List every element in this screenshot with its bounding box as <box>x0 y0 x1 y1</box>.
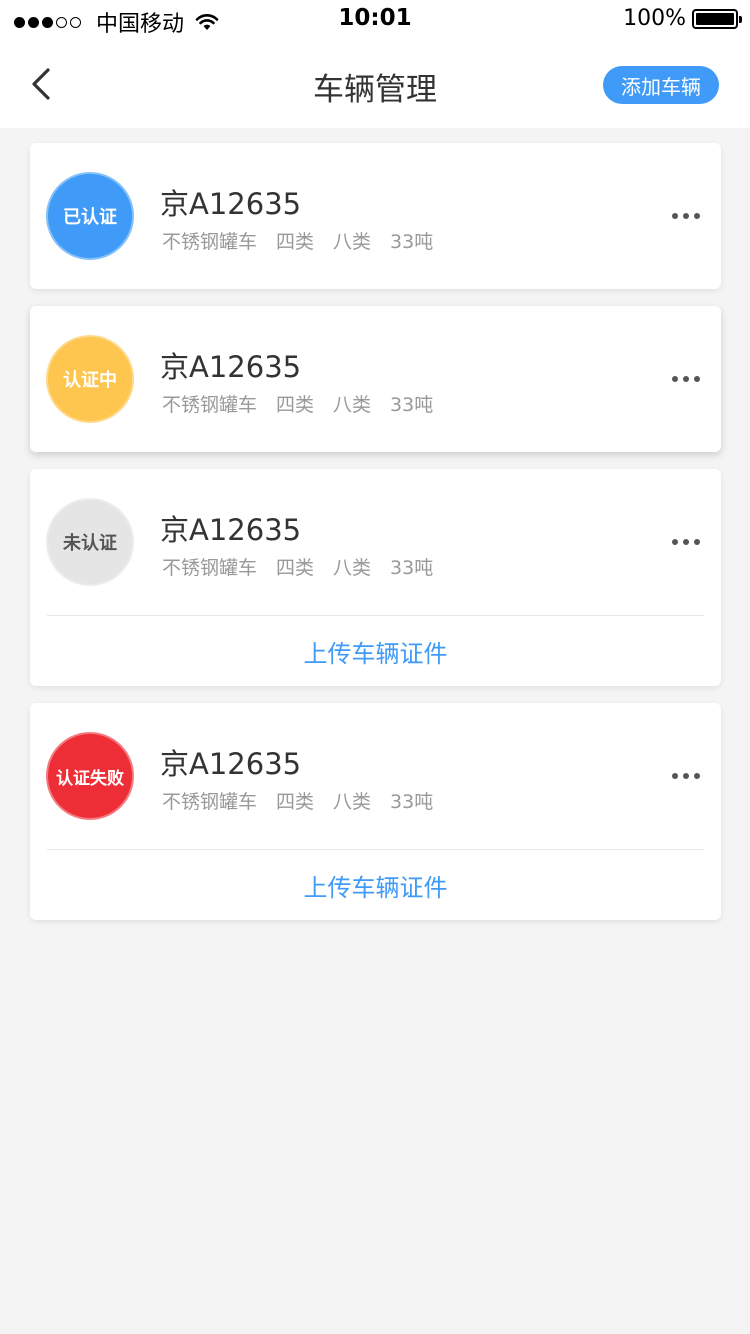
vehicle-card[interactable]: 认证失败 京A12635 不锈钢罐车 四类 八类 33吨 上传车辆证件 <box>30 703 721 920</box>
vehicle-specs: 不锈钢罐车 四类 八类 33吨 <box>162 553 452 580</box>
battery-icon <box>692 8 742 29</box>
vehicle-type: 不锈钢罐车 <box>162 791 258 813</box>
plate-number: 京A12635 <box>160 350 302 384</box>
plate-number: 京A12635 <box>160 187 302 221</box>
more-options-icon[interactable] <box>672 207 700 225</box>
more-options-icon[interactable] <box>672 370 700 388</box>
status-badge: 未认证 <box>46 498 134 586</box>
plate-number: 京A12635 <box>160 747 302 781</box>
status-badge: 认证中 <box>46 335 134 423</box>
upload-documents-link[interactable]: 上传车辆证件 <box>30 850 721 920</box>
vehicle-class: 八类 <box>333 231 372 253</box>
status-badge: 已认证 <box>46 172 134 260</box>
vehicle-class: 八类 <box>333 791 372 813</box>
vehicle-card[interactable]: 未认证 京A12635 不锈钢罐车 四类 八类 33吨 上传车辆证件 <box>30 469 721 686</box>
vehicle-list: 已认证 京A12635 不锈钢罐车 四类 八类 33吨 认证中 京A12635 … <box>30 143 721 937</box>
vehicle-weight: 33吨 <box>390 231 434 253</box>
vehicle-class: 四类 <box>276 557 315 579</box>
vehicle-specs: 不锈钢罐车 四类 八类 33吨 <box>162 227 452 254</box>
vehicle-class: 四类 <box>276 231 315 253</box>
vehicle-card[interactable]: 认证中 京A12635 不锈钢罐车 四类 八类 33吨 <box>30 306 721 452</box>
more-options-icon[interactable] <box>672 533 700 551</box>
vehicle-weight: 33吨 <box>390 394 434 416</box>
add-vehicle-button[interactable]: 添加车辆 <box>603 66 719 104</box>
vehicle-specs: 不锈钢罐车 四类 八类 33吨 <box>162 390 452 417</box>
vehicle-card[interactable]: 已认证 京A12635 不锈钢罐车 四类 八类 33吨 <box>30 143 721 289</box>
vehicle-class: 四类 <box>276 394 315 416</box>
battery-percent: 100% <box>623 6 686 31</box>
vehicle-weight: 33吨 <box>390 791 434 813</box>
plate-number: 京A12635 <box>160 513 302 547</box>
vehicle-weight: 33吨 <box>390 557 434 579</box>
vehicle-class: 八类 <box>333 394 372 416</box>
vehicle-type: 不锈钢罐车 <box>162 557 258 579</box>
vehicle-type: 不锈钢罐车 <box>162 394 258 416</box>
vehicle-class: 四类 <box>276 791 315 813</box>
upload-documents-link[interactable]: 上传车辆证件 <box>30 616 721 686</box>
status-badge: 认证失败 <box>46 732 134 820</box>
more-options-icon[interactable] <box>672 767 700 785</box>
vehicle-specs: 不锈钢罐车 四类 八类 33吨 <box>162 787 452 814</box>
nav-bar: 车辆管理 添加车辆 <box>0 40 750 128</box>
status-bar: 中国移动 10:01 100% <box>0 0 750 40</box>
vehicle-class: 八类 <box>333 557 372 579</box>
vehicle-type: 不锈钢罐车 <box>162 231 258 253</box>
